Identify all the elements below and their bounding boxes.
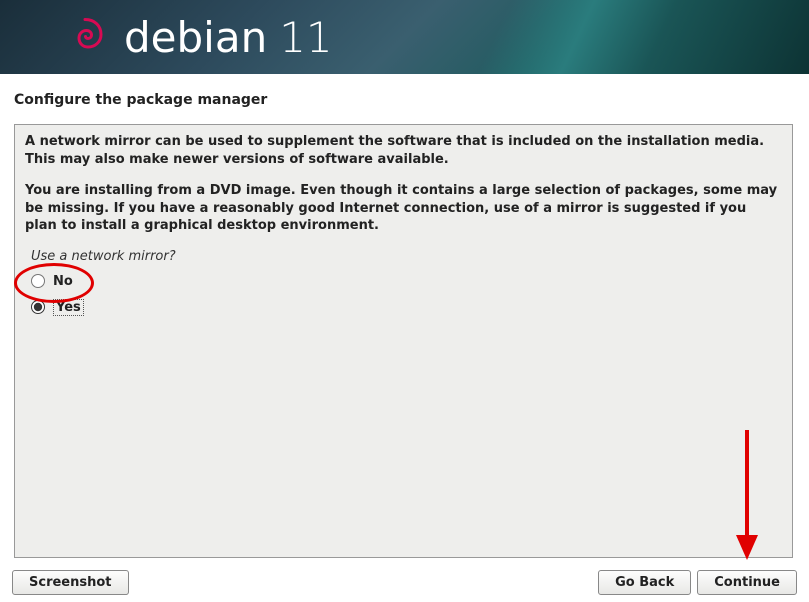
brand-version: 11	[279, 13, 332, 62]
button-right-group: Go Back Continue	[598, 570, 797, 595]
main-panel: A network mirror can be used to suppleme…	[14, 124, 793, 558]
description-1: A network mirror can be used to suppleme…	[25, 133, 782, 168]
radio-yes-input[interactable]	[31, 300, 45, 314]
radio-option-yes[interactable]: Yes	[31, 299, 782, 316]
installer-header: debian 11	[0, 0, 809, 74]
radio-group-mirror: No Yes	[31, 274, 782, 316]
screenshot-button[interactable]: Screenshot	[12, 570, 129, 595]
debian-logo-icon	[60, 12, 110, 62]
button-bar: Screenshot Go Back Continue	[12, 570, 797, 595]
radio-no-label: No	[53, 274, 73, 289]
description-2: You are installing from a DVD image. Eve…	[25, 182, 782, 235]
radio-option-no[interactable]: No	[31, 274, 782, 289]
radio-yes-label: Yes	[53, 299, 84, 316]
page-title: Configure the package manager	[14, 92, 795, 108]
go-back-button[interactable]: Go Back	[598, 570, 691, 595]
brand-text: debian	[124, 13, 267, 62]
continue-button[interactable]: Continue	[697, 570, 797, 595]
content-area: Configure the package manager A network …	[0, 74, 809, 558]
question-text: Use a network mirror?	[31, 249, 782, 264]
radio-no-input[interactable]	[31, 274, 45, 288]
